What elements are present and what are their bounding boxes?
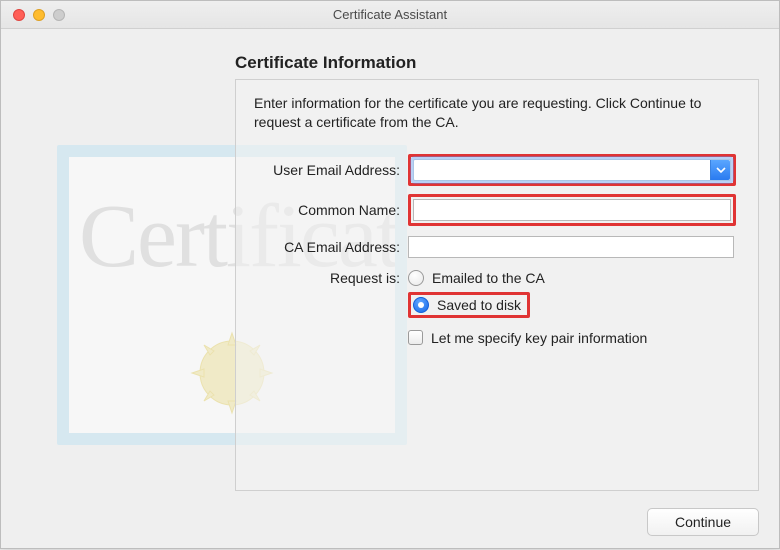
content-area: Certificate <box>1 29 779 550</box>
radio-saved-label: Saved to disk <box>437 297 521 313</box>
common-name-input[interactable] <box>413 199 731 221</box>
minimize-icon[interactable] <box>33 9 45 21</box>
row-ca-email: CA Email Address: <box>254 234 740 260</box>
checkbox-keypair-label: Let me specify key pair information <box>431 330 647 346</box>
zoom-icon <box>53 9 65 21</box>
radio-emailed-to-ca[interactable]: Emailed to the CA <box>408 270 740 286</box>
row-common-name: Common Name: <box>254 194 740 226</box>
window-title: Certificate Assistant <box>1 7 779 22</box>
highlight-user-email <box>408 154 736 186</box>
highlight-saved-to-disk: Saved to disk <box>408 292 530 318</box>
label-user-email: User Email Address: <box>254 162 408 178</box>
radio-icon <box>413 297 429 313</box>
radio-saved-to-disk[interactable]: Saved to disk <box>413 297 521 313</box>
chevron-down-icon[interactable] <box>710 160 730 180</box>
label-request-is: Request is: <box>254 268 408 286</box>
instructions-text: Enter information for the certificate yo… <box>254 94 740 132</box>
certificate-assistant-window: Certificate Assistant Certificate <box>0 0 780 549</box>
ca-email-input[interactable] <box>408 236 734 258</box>
checkbox-icon <box>408 330 423 345</box>
radio-emailed-label: Emailed to the CA <box>432 270 545 286</box>
radio-icon <box>408 270 424 286</box>
close-icon[interactable] <box>13 9 25 21</box>
page-heading: Certificate Information <box>235 53 416 73</box>
label-ca-email: CA Email Address: <box>254 239 408 255</box>
checkbox-specify-keypair[interactable]: Let me specify key pair information <box>408 330 740 346</box>
user-email-input[interactable] <box>414 160 710 180</box>
window-controls <box>13 9 65 21</box>
row-request-is: Request is: Emailed to the CA Saved to d… <box>254 268 740 346</box>
form-panel: Enter information for the certificate yo… <box>235 79 759 491</box>
user-email-combobox[interactable] <box>413 159 731 181</box>
label-common-name: Common Name: <box>254 202 408 218</box>
highlight-common-name <box>408 194 736 226</box>
titlebar: Certificate Assistant <box>1 1 779 29</box>
row-user-email: User Email Address: <box>254 154 740 186</box>
continue-button[interactable]: Continue <box>647 508 759 536</box>
